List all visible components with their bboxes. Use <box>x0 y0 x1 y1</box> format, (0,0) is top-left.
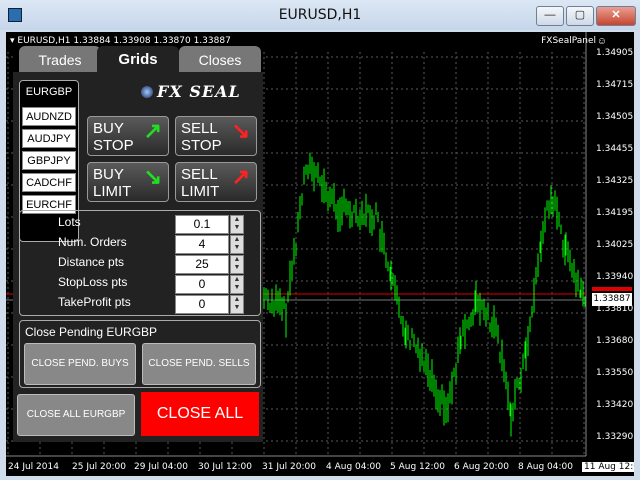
close-window-button[interactable]: ✕ <box>596 6 636 26</box>
price-axis-tick: 1.34025 <box>596 240 634 250</box>
grid-parameters: Lots 0.1 ▲ ▼ Num. Orders 4 ▲ ▼ Distance pt… <box>19 210 261 316</box>
time-axis-tick: 30 Jul 12:00 <box>198 462 252 472</box>
terminal-window: EURUSD,H1 — ▢ ✕ ▾ EURUSD,H1 1.33884 1.33… <box>0 0 640 480</box>
title-bar[interactable]: EURUSD,H1 — ▢ ✕ <box>0 0 640 30</box>
num-orders-input[interactable]: 4 <box>175 235 229 254</box>
price-axis-tick: 1.33810 <box>596 304 634 314</box>
stoploss-input[interactable]: 0 <box>175 275 229 294</box>
distance-spinner[interactable]: ▲ ▼ <box>230 255 244 274</box>
price-axis-tick: 1.33420 <box>596 400 634 410</box>
time-axis-tick: 5 Aug 12:00 <box>390 462 445 472</box>
price-axis-tick: 1.34325 <box>596 176 634 186</box>
price-axis-tick: 1.34905 <box>596 48 634 58</box>
symbol-item-audnzd[interactable]: AUDNZD <box>22 107 76 126</box>
time-axis-tick: 11 Aug 12:00 <box>582 462 634 472</box>
chart-info-line: ▾ EURUSD,H1 1.33884 1.33908 1.33870 1.33… <box>10 36 231 46</box>
distance-label: Distance pts <box>58 255 125 269</box>
lots-spinner[interactable]: ▲ ▼ <box>230 215 244 234</box>
time-axis-tick: 29 Jul 04:00 <box>134 462 188 472</box>
buy-stop-button[interactable]: BUY STOP ↗ <box>87 116 169 156</box>
seal-logo-icon <box>141 86 153 98</box>
time-axis-tick: 25 Jul 20:00 <box>72 462 126 472</box>
price-axis-tick: 1.34505 <box>596 112 634 122</box>
price-axis-tick: 1.34715 <box>596 80 634 90</box>
price-axis-tick: 1.33550 <box>596 368 634 378</box>
price-axis-tick: 1.34455 <box>596 144 634 154</box>
buy-limit-button[interactable]: BUY LIMIT ↘ <box>87 162 169 202</box>
symbol-item-gbpjpy[interactable]: GBPJPY <box>22 151 76 170</box>
time-axis-tick: 4 Aug 04:00 <box>326 462 381 472</box>
panel-name-label: FXSealPanel <box>541 36 596 46</box>
price-axis-tick: 1.34195 <box>596 208 634 218</box>
num-orders-spinner[interactable]: ▲ ▼ <box>230 235 244 254</box>
fxseal-logo: FX SEAL <box>141 82 261 102</box>
fxseal-panel: Trades Grids Closes EURGBP AUDNZD AUDJPY… <box>13 46 263 442</box>
arrow-down-red-icon: ↘ <box>231 118 250 143</box>
stoploss-label: StopLoss pts <box>58 275 128 289</box>
grids-tab-content: EURGBP AUDNZD AUDJPY GBPJPY CADCHF EURCH… <box>13 72 263 442</box>
takeprofit-input[interactable]: 0 <box>175 295 229 314</box>
close-pending-group: Close Pending EURGBP CLOSE PEND. BUYS CL… <box>19 320 261 388</box>
close-pending-buys-button[interactable]: CLOSE PEND. BUYS <box>24 343 136 385</box>
lots-input[interactable]: 0.1 <box>175 215 229 234</box>
stoploss-spinner[interactable]: ▲ ▼ <box>230 275 244 294</box>
price-axis-tick: 1.33290 <box>596 432 634 442</box>
arrow-up-green-icon: ↗ <box>143 118 162 143</box>
symbol-item-audjpy[interactable]: AUDJPY <box>22 129 76 148</box>
ask-price-marker <box>592 287 632 291</box>
time-axis-tick: 24 Jul 2014 <box>8 462 59 472</box>
lots-label: Lots <box>58 215 81 229</box>
minimize-button[interactable]: — <box>536 6 564 26</box>
close-all-symbol-button[interactable]: CLOSE ALL EURGBP <box>17 394 135 436</box>
close-pending-sells-button[interactable]: CLOSE PEND. SELLS <box>142 343 256 385</box>
takeprofit-spinner[interactable]: ▲ ▼ <box>230 295 244 314</box>
logo-text: FX SEAL <box>157 82 241 101</box>
sell-stop-button[interactable]: SELL STOP ↘ <box>175 116 257 156</box>
time-axis-tick: 8 Aug 04:00 <box>518 462 573 472</box>
tab-closes[interactable]: Closes <box>179 46 261 72</box>
num-orders-label: Num. Orders <box>58 235 127 249</box>
price-axis-tick: 1.33940 <box>596 272 634 282</box>
close-pending-title: Close Pending EURGBP <box>25 325 158 339</box>
price-axis-tick: 1.33680 <box>596 336 634 346</box>
tab-grids[interactable]: Grids <box>97 46 179 72</box>
maximize-button[interactable]: ▢ <box>566 6 594 26</box>
symbol-item-cadchf[interactable]: CADCHF <box>22 173 76 192</box>
takeprofit-label: TakeProfit pts <box>58 295 131 309</box>
distance-input[interactable]: 25 <box>175 255 229 274</box>
symbol-item-eurgbp[interactable]: EURGBP <box>22 83 76 102</box>
time-axis-tick: 31 Jul 20:00 <box>262 462 316 472</box>
tab-trades[interactable]: Trades <box>19 46 101 72</box>
expert-smiley-icon: ☺ <box>596 36 607 47</box>
arrow-down-green-icon: ↘ <box>143 164 162 189</box>
close-all-button[interactable]: CLOSE ALL <box>141 392 259 436</box>
time-axis-tick: 6 Aug 20:00 <box>454 462 509 472</box>
sell-limit-button[interactable]: SELL LIMIT ↗ <box>175 162 257 202</box>
arrow-up-red-icon: ↗ <box>231 164 250 189</box>
